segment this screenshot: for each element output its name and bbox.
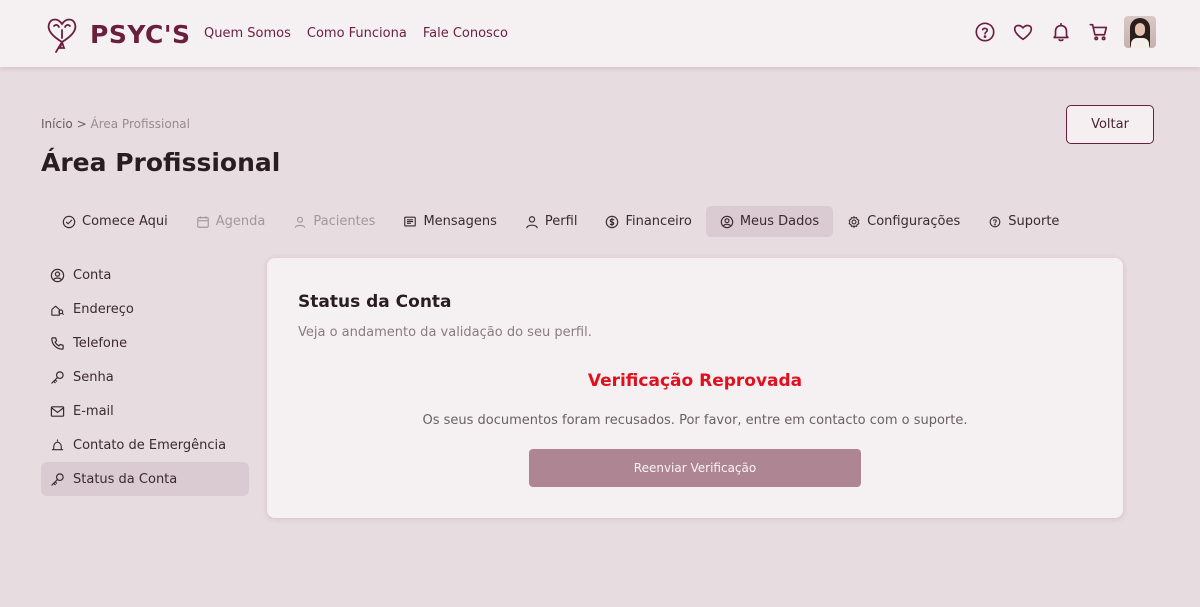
tab-label: Configurações <box>867 214 961 229</box>
sidebar-item-conta[interactable]: Conta <box>41 258 249 292</box>
help-button[interactable] <box>972 19 998 45</box>
sidebar-item-label: Status da Conta <box>73 471 178 487</box>
sidebar-item-label: Contato de Emergência <box>73 437 227 453</box>
dollar-circle-icon <box>606 215 619 228</box>
breadcrumb: Início > Área Profissional <box>41 117 190 131</box>
back-button[interactable]: Voltar <box>1066 105 1154 144</box>
tab-label: Pacientes <box>313 214 376 229</box>
sidebar-item-label: Senha <box>73 369 114 385</box>
check-circle-icon <box>62 215 76 228</box>
heart-icon <box>1013 24 1033 41</box>
data-sidebar: Conta Endereço Telefone Senha E-mail Con… <box>41 258 249 496</box>
favorites-button[interactable] <box>1010 19 1036 45</box>
sidebar-item-status-conta[interactable]: Status da Conta <box>41 462 249 496</box>
user-icon <box>294 216 306 228</box>
user-icon <box>526 215 538 228</box>
verification-status-title: Verificação Reprovada <box>587 371 803 391</box>
mail-icon <box>50 405 65 417</box>
tab-label: Agenda <box>215 214 266 229</box>
nav-fale-conosco[interactable]: Fale Conosco <box>423 26 508 41</box>
breadcrumb-current: Área Profissional <box>90 117 190 131</box>
sidebar-item-label: Endereço <box>73 301 134 317</box>
tab-configuracoes[interactable]: Configurações <box>833 206 974 237</box>
tab-label: Mensagens <box>423 214 497 229</box>
notifications-button[interactable] <box>1048 19 1074 45</box>
tab-meus-dados[interactable]: Meus Dados <box>705 206 834 237</box>
user-circle-icon <box>50 268 65 282</box>
page-title: Área Profissional <box>41 148 281 177</box>
tab-label: Financeiro <box>625 214 692 229</box>
phone-icon <box>51 336 64 350</box>
cart-button[interactable] <box>1086 19 1112 45</box>
home-icon <box>51 305 64 316</box>
tab-label: Suporte <box>1008 214 1060 229</box>
brand-name: PSYC'S <box>90 19 191 49</box>
card-subtitle: Veja o andamento da validação do seu per… <box>298 325 592 340</box>
tab-label: Meus Dados <box>739 214 820 229</box>
sidebar-item-label: Conta <box>73 267 112 283</box>
nav-quem-somos[interactable]: Quem Somos <box>204 26 291 41</box>
account-status-card: Status da Conta Veja o andamento da vali… <box>267 258 1123 518</box>
header-actions <box>960 16 1156 48</box>
sidebar-item-contato-emergencia[interactable]: Contato de Emergência <box>41 428 249 462</box>
tab-label: Perfil <box>544 214 578 229</box>
tab-suporte[interactable]: Suporte <box>974 206 1073 237</box>
sidebar-item-endereco[interactable]: Endereço <box>41 292 249 326</box>
nav-como-funciona[interactable]: Como Funciona <box>307 26 407 41</box>
calendar-icon <box>196 215 209 228</box>
tab-perfil[interactable]: Perfil <box>511 206 592 237</box>
resend-verification-button[interactable]: Reenviar Verificação <box>529 449 861 487</box>
bell-icon <box>1053 22 1069 42</box>
user-circle-icon <box>720 215 734 228</box>
breadcrumb-separator: > <box>76 117 87 131</box>
key-icon <box>51 472 64 486</box>
brand-logo[interactable]: PSYC'S <box>40 12 191 56</box>
sidebar-item-label: Telefone <box>73 335 128 351</box>
help-circle-icon <box>975 22 995 42</box>
sidebar-item-telefone[interactable]: Telefone <box>41 326 249 360</box>
tab-financeiro[interactable]: Financeiro <box>591 206 705 237</box>
sidebar-item-senha[interactable]: Senha <box>41 360 249 394</box>
tab-mensagens[interactable]: Mensagens <box>389 206 510 237</box>
top-header: PSYC'S Quem Somos Como Funciona Fale Con… <box>0 0 1200 67</box>
user-avatar[interactable] <box>1124 16 1156 48</box>
verification-status-message: Os seus documentos foram recusados. Por … <box>422 413 968 428</box>
cart-icon <box>1089 23 1108 41</box>
tab-comece-aqui[interactable]: Comece Aqui <box>48 206 182 237</box>
sidebar-item-email[interactable]: E-mail <box>41 394 249 428</box>
tab-agenda[interactable]: Agenda <box>182 206 280 237</box>
tab-pacientes[interactable]: Pacientes <box>279 206 389 237</box>
card-title: Status da Conta <box>298 292 452 312</box>
help-circle-icon <box>989 216 1001 227</box>
area-tabs: Comece Aqui Agenda Pacientes Mensagens P… <box>48 206 1073 237</box>
gear-icon <box>848 215 860 228</box>
message-icon <box>404 216 417 227</box>
alarm-icon <box>51 438 64 450</box>
breadcrumb-home[interactable]: Início <box>41 117 73 131</box>
sidebar-item-label: E-mail <box>73 403 114 419</box>
key-icon <box>51 370 64 384</box>
main-nav: Quem Somos Como Funciona Fale Conosco <box>204 26 508 41</box>
tab-label: Comece Aqui <box>82 214 168 229</box>
brain-heart-logo-icon <box>47 18 77 53</box>
